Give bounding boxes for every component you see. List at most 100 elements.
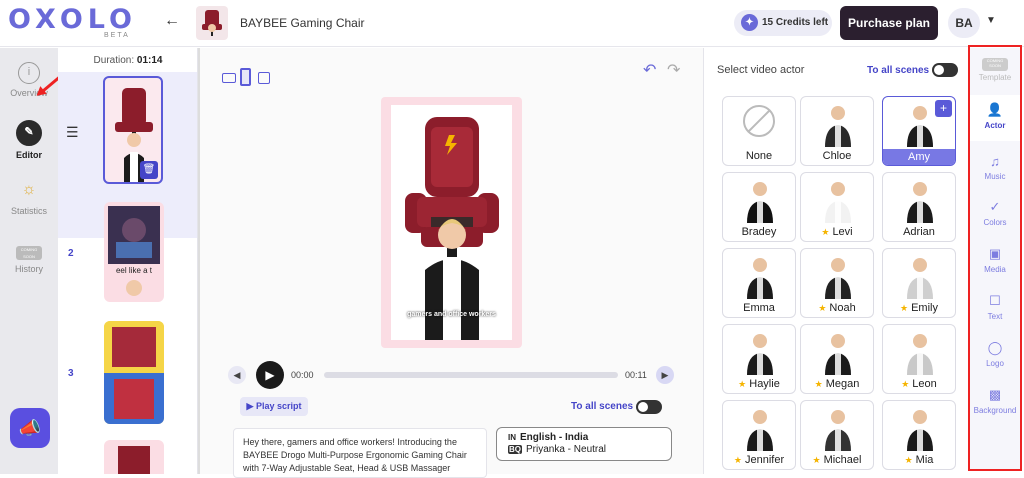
actor-to-all-scenes-toggle[interactable] bbox=[932, 63, 958, 77]
add-icon[interactable]: + bbox=[935, 100, 952, 117]
scene-card-4[interactable] bbox=[104, 440, 164, 474]
actor-card-haylie[interactable]: ★ Haylie bbox=[722, 324, 796, 394]
actor-card-levi[interactable]: ★ Levi bbox=[800, 172, 874, 242]
undo-icon[interactable]: ↶ bbox=[643, 60, 656, 80]
voice-name: Priyanka - Neutral bbox=[526, 444, 607, 455]
scene-caption: eel like a t bbox=[115, 266, 153, 275]
nav-history-label: History bbox=[14, 264, 43, 274]
editor-canvas: ↶ ↷ gamers and office workers ◀ ▶ 00:00 … bbox=[200, 48, 703, 478]
actor-name: ★ Mia bbox=[883, 454, 955, 466]
actor-name-label: Emma bbox=[743, 302, 775, 314]
actor-card-chloe[interactable]: Chloe bbox=[800, 96, 874, 166]
voice-selector[interactable]: IN English - India BQ Priyanka - Neutral bbox=[496, 427, 672, 461]
play-script-button[interactable]: ▶ Play script bbox=[240, 397, 308, 416]
actor-name: Emma bbox=[723, 302, 795, 314]
voice-language: English - India bbox=[520, 432, 589, 443]
actor-name-label: Megan bbox=[825, 378, 860, 390]
actor-card-emma[interactable]: Emma bbox=[722, 248, 796, 318]
time-end: 00:11 bbox=[625, 370, 647, 380]
actor-name-label: Adrian bbox=[903, 226, 935, 238]
chevron-down-icon[interactable]: ▼ bbox=[986, 15, 996, 26]
credits-badge[interactable]: ✦ 15 Credits left bbox=[734, 10, 832, 36]
actor-name: None bbox=[723, 150, 795, 162]
nav-editor[interactable]: ✎ Editor bbox=[0, 120, 58, 160]
actor-photo bbox=[907, 334, 933, 375]
actor-name-label: Mia bbox=[915, 454, 934, 466]
actor-name-label: Emily bbox=[911, 302, 938, 314]
actor-card-bradey[interactable]: Bradey bbox=[722, 172, 796, 242]
script-textarea[interactable]: Hey there, gamers and office workers! In… bbox=[233, 428, 487, 478]
actor-card-emily[interactable]: ★ Emily bbox=[882, 248, 956, 318]
arrow-left-icon[interactable]: ← bbox=[164, 12, 180, 30]
actor-name-label: Amy bbox=[908, 151, 930, 163]
portrait-ratio-icon[interactable] bbox=[240, 68, 251, 86]
sun-icon: ☼ bbox=[21, 181, 37, 198]
duration-label: Duration: bbox=[93, 55, 135, 66]
actor-card-jennifer[interactable]: ★ Jennifer bbox=[722, 400, 796, 470]
premium-star-icon: ★ bbox=[821, 227, 830, 237]
user-avatar[interactable]: BA bbox=[948, 8, 980, 38]
previous-scene-icon[interactable]: ◀ bbox=[228, 366, 246, 384]
actor-card-none[interactable]: None bbox=[722, 96, 796, 166]
actor-card-mia[interactable]: ★ Mia bbox=[882, 400, 956, 470]
purchase-plan-button[interactable]: Purchase plan bbox=[840, 6, 938, 40]
to-all-scenes-toggle[interactable] bbox=[636, 400, 662, 414]
landscape-ratio-icon[interactable] bbox=[222, 73, 236, 83]
play-button[interactable]: ▶ bbox=[256, 361, 284, 389]
actor-name-label: Haylie bbox=[749, 378, 780, 390]
oxolo-logo[interactable]: OXOLO bbox=[8, 4, 137, 35]
actor-name: ★ Haylie bbox=[723, 378, 795, 390]
actor-card-noah[interactable]: ★ Noah bbox=[800, 248, 874, 318]
scenes-panel: Duration: 01:14 ☰ 🗑 2 eel like a t 3 bbox=[58, 48, 198, 474]
actor-photo bbox=[825, 106, 851, 147]
actor-name: Adrian bbox=[883, 226, 955, 238]
actor-panel-title: Select video actor bbox=[717, 64, 805, 76]
premium-star-icon: ★ bbox=[904, 455, 913, 465]
nav-overview[interactable]: i Overview bbox=[0, 62, 58, 98]
info-icon: i bbox=[18, 62, 40, 84]
sparkle-icon: ✦ bbox=[741, 14, 758, 31]
actor-card-leon[interactable]: ★ Leon bbox=[882, 324, 956, 394]
actor-name-label: Leon bbox=[912, 378, 937, 390]
to-all-scenes-label: To all scenes bbox=[571, 401, 634, 412]
actor-card-megan[interactable]: ★ Megan bbox=[800, 324, 874, 394]
nav-statistics[interactable]: ☼ Statistics bbox=[0, 180, 58, 216]
actor-card-michael[interactable]: ★ Michael bbox=[800, 400, 874, 470]
actor-name-label: Noah bbox=[829, 302, 856, 314]
voice-badge-icon: BQ bbox=[508, 445, 522, 454]
actor-photo bbox=[907, 410, 933, 451]
duration-value: 01:14 bbox=[136, 55, 163, 66]
actor-photo bbox=[747, 258, 773, 299]
timeline-scrubber[interactable] bbox=[324, 372, 618, 378]
actor-name-label: Jennifer bbox=[744, 454, 785, 466]
premium-star-icon: ★ bbox=[733, 455, 742, 465]
next-scene-icon[interactable]: ▶ bbox=[656, 366, 674, 384]
actor-card-amy[interactable]: + Amy bbox=[882, 96, 956, 166]
video-preview[interactable]: gamers and office workers bbox=[381, 97, 522, 348]
scene-card-3[interactable] bbox=[104, 321, 164, 424]
actor-name: Chloe bbox=[801, 150, 873, 162]
nav-statistics-label: Statistics bbox=[10, 206, 47, 216]
drag-handle-icon[interactable]: ☰ bbox=[66, 124, 79, 141]
nav-history: COMING SOON History bbox=[0, 246, 58, 274]
actor-name: ★ Emily bbox=[883, 302, 955, 314]
actor-photo bbox=[825, 410, 851, 451]
actor-photo bbox=[825, 334, 851, 375]
actor-photo bbox=[907, 106, 933, 147]
premium-star-icon: ★ bbox=[901, 379, 910, 389]
actor-panel: Select video actor To all scenes None Chl… bbox=[703, 48, 968, 474]
actor-card-adrian[interactable]: Adrian bbox=[882, 172, 956, 242]
megaphone-icon[interactable]: 📣 bbox=[10, 408, 50, 448]
duration: Duration: 01:14 bbox=[58, 55, 197, 66]
redo-icon[interactable]: ↷ bbox=[667, 60, 680, 80]
top-bar: OXOLO BETA ← BAYBEE Gaming Chair ✦ 15 Cr… bbox=[0, 0, 1024, 47]
play-script-label: Play script bbox=[255, 401, 302, 411]
scene-card-2[interactable]: eel like a t bbox=[104, 202, 164, 302]
actor-name: ★ Leon bbox=[883, 378, 955, 390]
project-title: BAYBEE Gaming Chair bbox=[240, 16, 365, 30]
premium-star-icon: ★ bbox=[900, 303, 909, 313]
actor-name: Amy bbox=[883, 149, 955, 165]
square-ratio-icon[interactable] bbox=[258, 72, 270, 84]
trash-icon[interactable]: 🗑 bbox=[140, 161, 158, 179]
scene-card-1[interactable]: 🗑 bbox=[103, 76, 163, 184]
